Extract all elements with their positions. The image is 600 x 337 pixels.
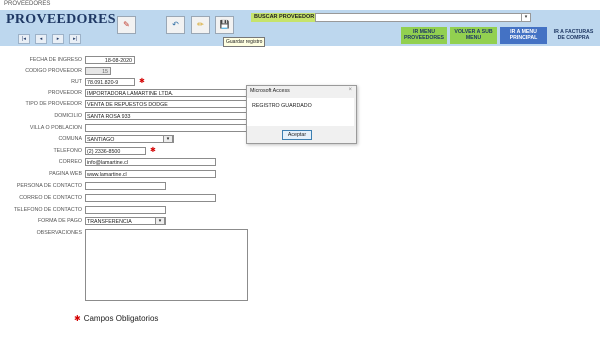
persona-contacto-field[interactable] <box>85 182 166 190</box>
observaciones-textarea[interactable] <box>85 229 248 301</box>
window-title: PROVEEDORES <box>4 1 51 7</box>
required-star-icon: ✱ <box>74 314 81 323</box>
nav-next-icon[interactable]: ▸ <box>52 34 64 44</box>
proveedor-label: PROVEEDOR <box>48 90 82 96</box>
nav-last-icon[interactable]: ▸| <box>69 34 81 44</box>
page-title: PROVEEDORES <box>6 12 116 27</box>
fecha-ingreso-field[interactable]: 18-08-2020 <box>85 56 135 64</box>
pagina-web-field[interactable]: www.lamartine.cl <box>85 170 216 178</box>
telefono-contacto-field[interactable] <box>85 206 166 214</box>
save-button[interactable]: 💾 <box>215 16 234 34</box>
telefono-required-icon: ✱ <box>150 147 156 154</box>
rut-field[interactable]: 78.091.820-9 <box>85 78 135 86</box>
chevron-down-icon[interactable]: ▾ <box>521 14 530 21</box>
menu-proveedores-button[interactable]: IR MENU PROVEEDORES <box>401 27 447 44</box>
facturas-compra-button[interactable]: IR A FACTURAS DE COMPRA <box>550 27 597 44</box>
fecha-ingreso-label: FECHA DE INGRESO <box>29 57 82 63</box>
observaciones-label: OBSERVACIONES <box>36 230 82 236</box>
proveedor-field[interactable]: IMPORTADORA LAMARTINE LTDA. <box>85 89 247 97</box>
save-tooltip: Guardar registro <box>223 37 266 47</box>
nav-first-icon[interactable]: |◂ <box>18 34 30 44</box>
telefono-field[interactable]: (2) 2336-8500 <box>85 147 146 155</box>
correo-contacto-label: CORREO DE CONTACTO <box>19 195 82 201</box>
comuna-combo[interactable]: SANTIAGO ▾ <box>85 135 174 143</box>
forma-pago-combo[interactable]: TRANSFERENCIA ▾ <box>85 217 166 225</box>
required-legend: ✱ Campos Obligatorios <box>74 314 158 323</box>
volver-submenu-line2: MENU <box>465 35 482 41</box>
rut-required-icon: ✱ <box>139 78 145 85</box>
codigo-proveedor-field: 15 <box>85 67 111 75</box>
pagina-web-label: PAGINA WEB <box>49 171 82 177</box>
dialog-title: Microsoft Access <box>250 88 290 94</box>
save-icon: 💾 <box>219 20 230 29</box>
domicilio-field[interactable]: SANTA ROSA 933 <box>85 112 247 120</box>
accept-button[interactable]: Aceptar <box>282 130 312 140</box>
dialog-message: REGISTRO GUARDADO <box>252 103 312 109</box>
telefono-contacto-label: TELEFONO DE CONTACTO <box>13 207 82 213</box>
correo-contacto-field[interactable] <box>85 194 216 202</box>
comuna-value: SANTIAGO <box>87 137 115 143</box>
correo-field[interactable]: info@lamartine.cl <box>85 158 216 166</box>
rut-label: RUT <box>71 79 82 85</box>
close-icon[interactable]: × <box>348 87 352 93</box>
nav-prev-icon[interactable]: ◂ <box>35 34 47 44</box>
facturas-compra-line2: DE COMPRA <box>557 35 590 41</box>
eraser-icon[interactable]: ✎ <box>117 16 136 34</box>
chevron-down-icon[interactable]: ▾ <box>155 218 165 224</box>
forma-pago-label: FORMA DE PAGO <box>37 218 82 224</box>
persona-contacto-label: PERSONA DE CONTACTO <box>16 183 82 189</box>
tipo-proveedor-field[interactable]: VENTA DE REPUESTOS DODGE <box>85 100 247 108</box>
undo-icon[interactable]: ↶ <box>166 16 185 34</box>
menu-proveedores-line2: PROVEEDORES <box>403 35 445 41</box>
forma-pago-value: TRANSFERENCIA <box>87 219 132 225</box>
codigo-proveedor-label: CODIGO PROVEEDOR <box>25 68 82 74</box>
chevron-down-icon[interactable]: ▾ <box>163 136 173 142</box>
comuna-label: COMUNA <box>58 136 82 142</box>
search-label: BUSCAR PROVEEDOR <box>251 13 315 22</box>
correo-label: CORREO <box>58 159 82 165</box>
telefono-label: TELEFONO <box>53 148 82 154</box>
tipo-proveedor-label: TIPO DE PROVEEDOR <box>25 101 82 107</box>
menu-principal-line2: PRINCIPAL <box>509 35 538 41</box>
domicilio-label: DOMICILIO <box>54 113 82 119</box>
search-combo[interactable]: ▾ <box>315 13 531 22</box>
villa-label: VILLA O POBLACION <box>29 125 82 131</box>
edit-icon[interactable]: ✏ <box>191 16 210 34</box>
message-dialog: Microsoft Access × REGISTRO GUARDADO Ace… <box>246 85 357 144</box>
menu-principal-button[interactable]: IR A MENU PRINCIPAL <box>500 27 547 44</box>
volver-submenu-button[interactable]: VOLVER A SUB MENU <box>450 27 497 44</box>
required-legend-text: Campos Obligatorios <box>83 314 159 323</box>
villa-field[interactable] <box>85 124 247 132</box>
window-titlebar: PROVEEDORES <box>0 0 600 10</box>
header-bar: PROVEEDORES |◂ ◂ ▸ ▸| ✎ ↶ ✏ 💾 Guardar re… <box>0 10 600 47</box>
